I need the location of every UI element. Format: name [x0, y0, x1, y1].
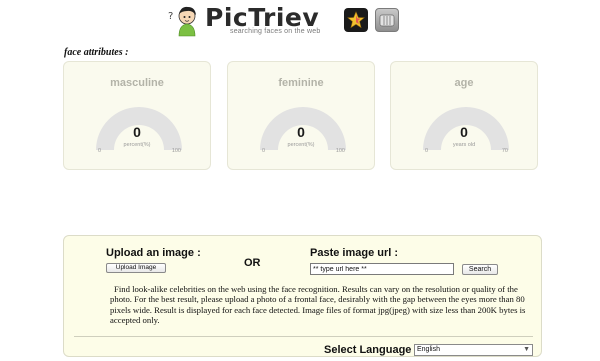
gauge-min: 0 [98, 148, 102, 154]
gauge-unit: years old [452, 142, 476, 148]
gauge-value: 0 [297, 124, 305, 140]
mascot-icon: ? [167, 5, 203, 42]
search-button[interactable]: Search [462, 264, 498, 275]
language-select[interactable]: English ▼ [414, 344, 533, 356]
star-icon[interactable] [344, 8, 368, 32]
gauge-title: feminine [278, 77, 324, 89]
gauge-value: 0 [133, 124, 141, 140]
feminine-gauge: feminine 0 percent(%) 0 100 [227, 61, 375, 170]
upload-heading: Upload an image : [106, 247, 201, 259]
gauge-min: 0 [425, 148, 429, 154]
gauge-unit: percent(%) [123, 142, 151, 148]
gauge-value: 0 [460, 124, 468, 140]
face-attributes-label: face attributes : [64, 47, 129, 58]
language-select-value: English [417, 346, 440, 353]
masculine-gauge: masculine 0 percent(%) 0 100 [63, 61, 211, 170]
gauge-min: 0 [262, 148, 266, 154]
description-text: Find look-alike celebrities on the web u… [110, 284, 526, 326]
or-label: OR [244, 257, 261, 269]
gauge-max: 100 [171, 148, 181, 154]
gauge-title: age [454, 77, 474, 89]
gauge-max: 100 [335, 148, 345, 154]
upload-panel: Upload an image : Upload Image OR Paste … [63, 235, 542, 357]
gauge-unit: percent(%) [287, 142, 315, 148]
url-heading: Paste image url : [310, 247, 399, 259]
age-gauge: age 0 years old 0 70 [390, 61, 538, 170]
divider [74, 336, 533, 337]
chevron-down-icon: ▼ [523, 346, 530, 353]
svg-text:?: ? [168, 11, 173, 22]
camera-icon[interactable] [375, 8, 399, 32]
language-label: Select Language [324, 344, 412, 356]
header: ? PicTriev searching faces on the web [0, 0, 600, 40]
upload-image-button[interactable]: Upload Image [106, 263, 166, 273]
url-input[interactable] [310, 263, 454, 275]
logo-tagline: searching faces on the web [230, 28, 321, 35]
gauge-title: masculine [110, 77, 164, 89]
gauge-max: 70 [501, 148, 508, 154]
